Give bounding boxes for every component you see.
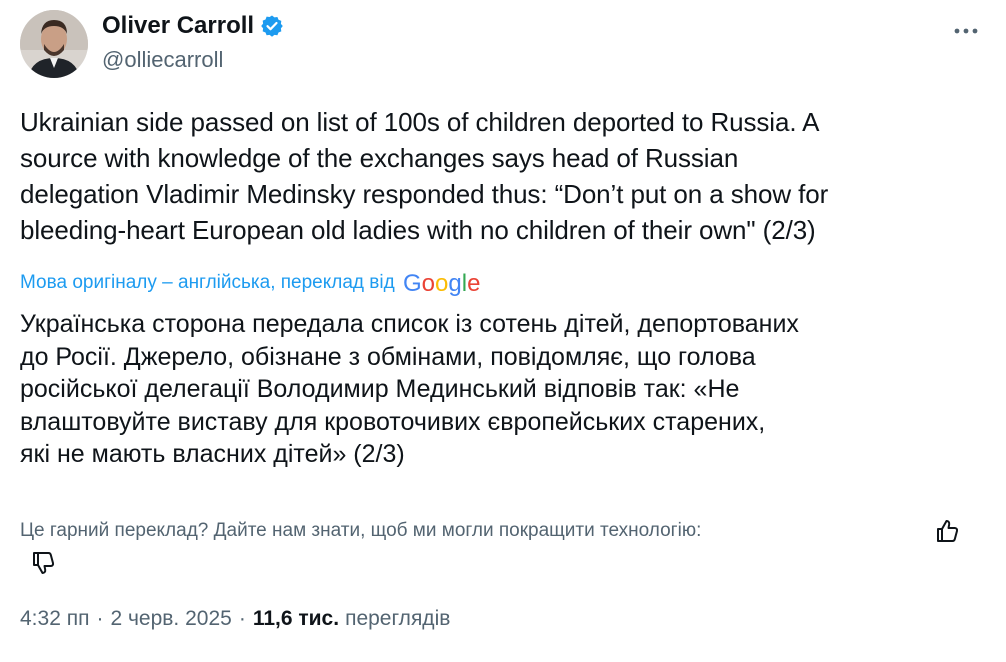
- translated-text-line: влаштовуйте виставу для кровоточивих євр…: [20, 407, 766, 436]
- tweet-text: Ukrainian side passed on list of 100s of…: [20, 104, 980, 248]
- tweet-text-line: delegation Vladimir Medinsky responded t…: [20, 179, 829, 209]
- translation-feedback-prompt: Це гарний переклад? Дайте нам знати, щоб…: [20, 520, 702, 541]
- meta-separator: ·: [96, 607, 104, 630]
- tweet-text-line: Ukrainian side passed on list of 100s of…: [20, 107, 820, 137]
- views-label: переглядів: [345, 607, 451, 630]
- verified-badge-icon[interactable]: [260, 14, 284, 38]
- user-handle[interactable]: @olliecarroll: [102, 46, 223, 74]
- tweet-meta: 4:32 пп · 2 черв. 2025 · 11,6 тис. перег…: [20, 604, 450, 634]
- translated-text-line: Українська сторона передала список із со…: [20, 310, 799, 338]
- avatar[interactable]: [20, 10, 88, 78]
- translated-text: Українська сторона передала список із со…: [20, 308, 986, 471]
- person-avatar-image: [20, 10, 88, 78]
- tweet-text-line: source with knowledge of the exchanges s…: [20, 143, 739, 173]
- thumbs-up-icon[interactable]: [932, 516, 962, 546]
- thumbs-down-icon[interactable]: [28, 548, 58, 578]
- translated-text-line: до Росії. Джерело, обізнане з обмінами, …: [20, 342, 756, 371]
- tweet-header: Oliver Carroll @olliecarroll: [20, 10, 986, 80]
- translation-note-text: Мова оригіналу – англійська, переклад ві…: [20, 272, 395, 293]
- views-count: 11,6 тис.: [252, 607, 340, 630]
- name-row: Oliver Carroll: [102, 12, 284, 40]
- tweet-text-line: bleeding-heart European old ladies with …: [20, 215, 816, 245]
- translated-text-line: які не мають власних дітей» (2/3): [20, 440, 405, 468]
- google-logo: Google: [403, 268, 487, 298]
- translation-source-note[interactable]: Мова оригіналу – англійська, переклад ві…: [20, 268, 487, 298]
- tweet-time[interactable]: 4:32 пп: [20, 607, 89, 631]
- display-name[interactable]: Oliver Carroll: [102, 12, 254, 40]
- meta-separator: ·: [238, 607, 246, 630]
- more-options-icon[interactable]: [946, 16, 986, 46]
- translated-text-line: російської делегації Володимир Мединськи…: [20, 375, 740, 403]
- svg-text:Google: Google: [403, 270, 480, 297]
- tweet-date[interactable]: 2 черв. 2025: [110, 607, 231, 631]
